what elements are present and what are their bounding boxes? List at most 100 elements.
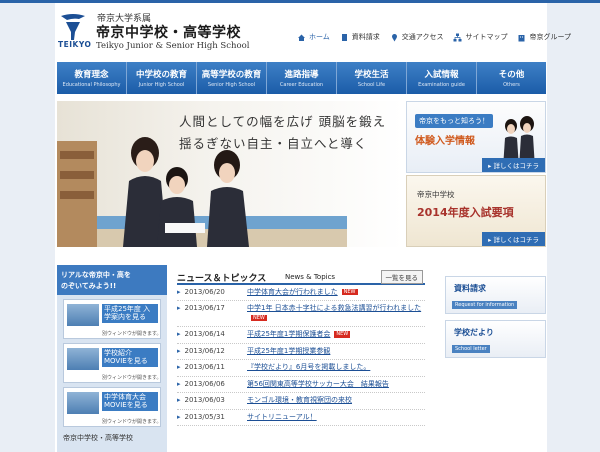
thumbnail-icon (67, 304, 99, 326)
utility-nav: ホーム 資料請求 交通アクセス サイトマップ 帝京グループ (297, 30, 571, 44)
nav-label: 入試情報 (424, 70, 459, 80)
nav-junior-high[interactable]: 中学校の教育 Junior High School (127, 62, 197, 94)
news-link[interactable]: 平成25年度1学期保護者会 NEW (247, 330, 351, 339)
news-date: 2013/05/31 (177, 413, 247, 422)
movie-link-brochure[interactable]: 平成25年度 入学案内を見る 別ウィンドウが開きます。 (63, 299, 162, 339)
util-group-label: 帝京グループ (529, 33, 572, 41)
news-section: ニュース＆トピックス News & Topics 一覧を見る 2013/06/2… (177, 269, 425, 426)
request-title: 資料請求 (454, 284, 486, 293)
nav-label: 中学校の教育 (135, 70, 187, 80)
news-row: 2013/05/31 サイトリニューアル！ (177, 410, 425, 426)
banner-title: 2014年度入試要項 (417, 206, 514, 219)
news-list-button[interactable]: 一覧を見る (380, 270, 423, 284)
news-date: 2013/06/14 (177, 330, 247, 339)
brand-mark-text: TEIKYO (58, 40, 92, 49)
nav-school-life[interactable]: 学校生活 School Life (337, 62, 407, 94)
news-link[interactable]: 中学1年 日本赤十字社による救急法講習が行われましたNEW (247, 304, 425, 323)
new-badge: NEW (341, 288, 358, 296)
news-link-text: 中学体育大会が行われました (247, 288, 338, 296)
open-school-banner[interactable]: 帝京をもっと知ろう！ 体験入学情報 詳しくはコチラ (406, 101, 546, 173)
movie-link-intro[interactable]: 学校紹介 MOVIEを見る 別ウィンドウが開きます。 (63, 343, 162, 383)
movie-title: 学校紹介 MOVIEを見る (102, 348, 158, 367)
news-date-text: 2013/06/11 (184, 363, 225, 372)
hero-image: 人間としての幅を広げ 頭脳を鍛え 揺るぎない自主・自立へと導く (57, 101, 404, 247)
news-row: 2013/06/12 平成25年度1学期授業参観 (177, 344, 425, 361)
util-sitemap-link[interactable]: サイトマップ (453, 32, 507, 42)
news-date: 2013/06/11 (177, 363, 247, 372)
news-date-text: 2013/05/31 (184, 412, 225, 421)
thumbnail-icon (67, 392, 99, 414)
request-subtitle: Request for information (452, 301, 518, 309)
banner-more-link[interactable]: 詳しくはコチラ (482, 158, 545, 172)
movie-note: 別ウィンドウが開きます。 (102, 331, 162, 337)
news-date-text: 2013/06/03 (184, 396, 225, 405)
movie-title: 中学体育大会 MOVIEを見る (102, 392, 158, 411)
banner-title: 体験入学情報 (415, 136, 475, 147)
util-request-label: 資料請求 (351, 33, 380, 41)
nav-philosophy[interactable]: 教育理念 Educational Philosophy (57, 62, 127, 94)
news-link[interactable]: サイトリニューアル！ (247, 413, 317, 422)
news-link-text: 第56回関東高等学校サッカー大会 結果報告 (247, 379, 389, 388)
banner-tagline: 帝京をもっと知ろう！ (415, 114, 493, 128)
movie-note: 別ウィンドウが開きます。 (102, 375, 162, 381)
news-date-text: 2013/06/17 (184, 304, 225, 313)
news-link-text: 中学1年 日本赤十字社による救急法講習が行われました (247, 304, 422, 313)
util-access-label: 交通アクセス (401, 33, 444, 41)
util-request-link[interactable]: 資料請求 (340, 32, 380, 42)
thumbnail-icon (67, 348, 99, 370)
main-nav: 教育理念 Educational Philosophy 中学校の教育 Junior … (57, 62, 546, 94)
util-sitemap-label: サイトマップ (465, 33, 508, 41)
banner-more-link[interactable]: 詳しくはコチラ (482, 232, 545, 246)
brand-title[interactable]: 帝京中学校・高等学校 (96, 22, 241, 42)
util-group-link[interactable]: 帝京グループ (517, 32, 571, 42)
new-badge: NEW (334, 330, 351, 338)
nav-sublabel: Senior High School (207, 82, 256, 88)
news-date-text: 2013/06/20 (184, 288, 225, 296)
news-row: 2013/06/14 平成25年度1学期保護者会NEW (177, 327, 425, 344)
news-date-text: 2013/06/12 (184, 346, 225, 355)
news-link-text: サイトリニューアル！ (247, 412, 317, 421)
nav-senior-high[interactable]: 高等学校の教育 Senior High School (197, 62, 267, 94)
nav-sublabel: Junior High School (138, 82, 185, 88)
news-date: 2013/06/20 (177, 288, 247, 297)
sidebar-footer-logo: 帝京中学校・高等学校 (63, 434, 133, 442)
document-icon (340, 33, 349, 42)
movie-link-sports[interactable]: 中学体育大会 MOVIEを見る 別ウィンドウが開きます。 (63, 387, 162, 427)
movie-note: 別ウィンドウが開きます。 (102, 419, 162, 425)
nav-others[interactable]: その他 Others (477, 62, 546, 94)
nav-label: 高等学校の教育 (201, 70, 262, 80)
news-row: 2013/06/11 『学校だより』6月号を掲載しました。 (177, 360, 425, 377)
util-home-link[interactable]: ホーム (297, 32, 330, 42)
nav-exam-guide[interactable]: 入試情報 Examination guide (407, 62, 477, 94)
news-date-text: 2013/06/06 (184, 379, 225, 388)
nav-label: 進路指導 (284, 70, 319, 80)
news-row: 2013/06/06 第56回関東高等学校サッカー大会 結果報告 (177, 377, 425, 394)
news-link[interactable]: モンゴル環境・教育視察団の来校 (247, 396, 352, 405)
request-info-button[interactable]: 資料請求 Request for information (445, 276, 546, 314)
nav-sublabel: School Life (357, 82, 386, 88)
news-link[interactable]: 第56回関東高等学校サッカー大会 結果報告 (247, 380, 389, 389)
school-letter-button[interactable]: 学校だより School letter (445, 320, 546, 358)
sidebar-heading-line1: リアルな帝京中・高を (61, 271, 131, 279)
nav-label: 学校生活 (354, 70, 389, 80)
hero-headline-line2: 揺るぎない自主・自立へと導く (179, 136, 368, 151)
nav-career[interactable]: 進路指導 Career Education (267, 62, 337, 94)
util-access-link[interactable]: 交通アクセス (390, 32, 444, 42)
news-link[interactable]: 中学体育大会が行われました NEW (247, 288, 358, 297)
util-home-label: ホーム (309, 33, 330, 41)
new-badge: NEW (251, 314, 267, 322)
news-title: ニュース＆トピックス (177, 274, 267, 284)
nav-label: その他 (498, 70, 525, 80)
hero-headline-line1: 人間としての幅を広げ 頭脳を鍛え (179, 114, 387, 129)
news-row: 2013/06/03 モンゴル環境・教育視察団の来校 (177, 393, 425, 410)
news-row: 2013/06/20 中学体育大会が行われましたNEW (177, 285, 425, 302)
nav-sublabel: Examination guide (418, 82, 465, 88)
news-link-text: 平成25年度1学期授業参観 (247, 346, 331, 355)
news-link[interactable]: 『学校だより』6月号を掲載しました。 (247, 363, 370, 372)
news-link-text: モンゴル環境・教育視察団の来校 (247, 396, 352, 405)
exam-guide-banner[interactable]: 帝京中学校 2014年度入試要項 詳しくはコチラ (406, 175, 546, 247)
left-sidebar: リアルな帝京中・高を のぞいてみよう!! 平成25年度 入学案内を見る 別ウィン… (57, 265, 167, 452)
news-link[interactable]: 平成25年度1学期授業参観 (247, 347, 330, 356)
nav-sublabel: Educational Philosophy (62, 82, 121, 88)
building-icon (517, 33, 526, 42)
